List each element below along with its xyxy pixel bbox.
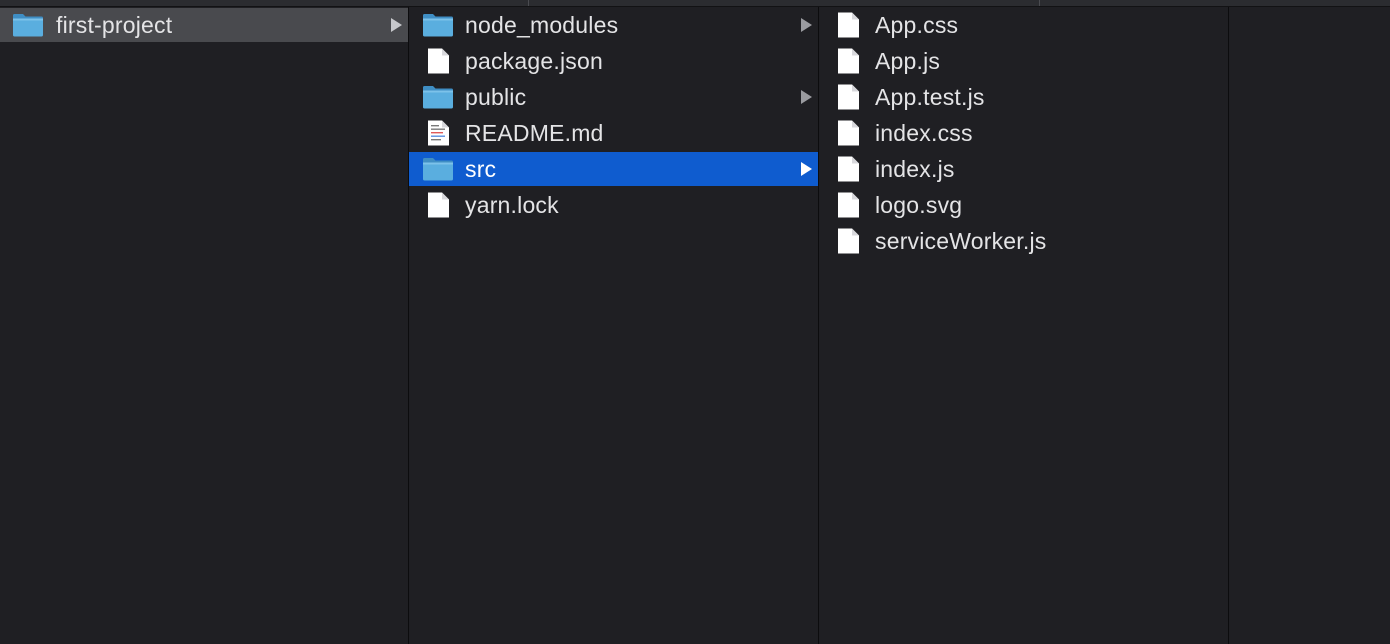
document-icon [832, 156, 864, 182]
folder-item[interactable]: node_modules [409, 8, 818, 42]
item-name: serviceWorker.js [875, 228, 1047, 254]
column-divider-tick [1039, 0, 1040, 6]
file-item[interactable]: logo.svg [819, 188, 1228, 222]
item-name: logo.svg [875, 192, 963, 218]
folder-item[interactable]: public [409, 80, 818, 114]
document-icon [832, 228, 864, 254]
document-icon [832, 192, 864, 218]
item-name: App.js [875, 48, 941, 74]
disclosure-triangle-icon[interactable] [801, 90, 812, 104]
item-name: App.test.js [875, 84, 985, 110]
item-name: node_modules [465, 12, 619, 38]
item-name: public [465, 84, 527, 110]
document-icon [832, 120, 864, 146]
file-item[interactable]: yarn.lock [409, 188, 818, 222]
folder-item[interactable]: first-project [0, 8, 408, 42]
file-item[interactable]: App.css [819, 8, 1228, 42]
document-icon [422, 48, 454, 74]
file-item[interactable]: App.js [819, 44, 1228, 78]
folder-icon [12, 12, 44, 38]
folder-icon [422, 12, 454, 38]
item-name: App.css [875, 12, 959, 38]
document-icon [832, 84, 864, 110]
item-name: yarn.lock [465, 192, 559, 218]
text-document-icon [422, 120, 454, 146]
document-icon [832, 48, 864, 74]
file-item[interactable]: index.js [819, 152, 1228, 186]
file-item[interactable]: README.md [409, 116, 818, 150]
item-name: first-project [56, 12, 173, 38]
item-name: README.md [465, 120, 604, 146]
file-item[interactable]: index.css [819, 116, 1228, 150]
item-name: package.json [465, 48, 603, 74]
item-name: src [465, 156, 497, 182]
toolbar-edge [0, 0, 1390, 7]
column-divider-tick [528, 0, 529, 6]
disclosure-triangle-icon[interactable] [801, 18, 812, 32]
folder-icon [422, 156, 454, 182]
folder-item[interactable]: src [409, 152, 818, 186]
disclosure-triangle-icon[interactable] [801, 162, 812, 176]
folder-icon [422, 84, 454, 110]
disclosure-triangle-icon[interactable] [391, 18, 402, 32]
item-name: index.css [875, 120, 973, 146]
document-icon [832, 12, 864, 38]
file-item[interactable]: package.json [409, 44, 818, 78]
document-icon [422, 192, 454, 218]
file-item[interactable]: App.test.js [819, 80, 1228, 114]
item-name: index.js [875, 156, 955, 182]
file-item[interactable]: serviceWorker.js [819, 224, 1228, 258]
column-4[interactable] [1229, 7, 1390, 644]
column-2[interactable]: node_modules package.json public README.md s… [409, 7, 819, 644]
column-3[interactable]: App.css App.js App.test.js index.css index.j… [819, 7, 1229, 644]
finder-column-view: first-project node_modules package.json pu… [0, 0, 1390, 644]
column-1[interactable]: first-project [0, 7, 409, 644]
